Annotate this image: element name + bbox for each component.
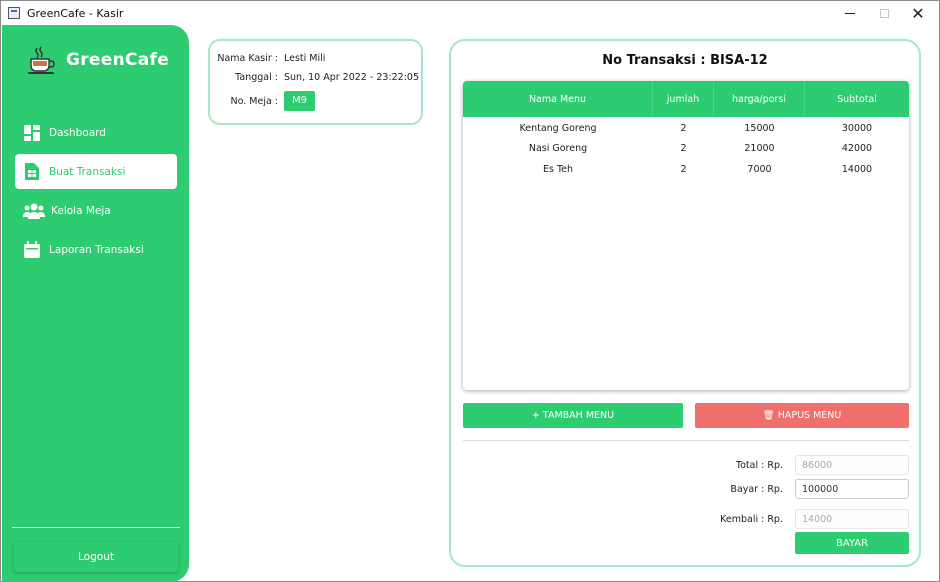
users-icon (23, 202, 45, 220)
total-row: Total : Rp. (693, 455, 909, 475)
column-header[interactable]: harga/porsi (714, 81, 805, 117)
column-header[interactable]: Subtotal (805, 81, 909, 117)
table-cell: 2 (680, 163, 687, 175)
table-cell: 30000 (841, 122, 873, 134)
maximize-icon (879, 8, 889, 18)
sidebar-item-kelola-meja[interactable]: Kelola Meja (15, 193, 177, 228)
app-icon (8, 7, 20, 19)
title-bar: GreenCafe - Kasir ✕ (1, 1, 939, 25)
transaction-title: No Transaksi : BISA-12 (602, 53, 768, 68)
window-title: GreenCafe - Kasir (27, 6, 124, 20)
dashboard-icon (23, 124, 41, 142)
table-cell: 2 (680, 143, 687, 155)
kembali-label: Kembali : Rp. (720, 513, 783, 525)
brand-name: GreenCafe (66, 50, 170, 70)
panel-divider (463, 440, 909, 441)
transaction-panel: No Transaksi : BISA-12 Nama Menu jumlah … (449, 39, 921, 567)
add-menu-button[interactable]: + TAMBAH MENU (463, 403, 683, 428)
column-header[interactable]: jumlah (653, 81, 714, 117)
table-cell: 7000 (747, 163, 772, 175)
total-field (795, 455, 909, 475)
bayar-label: Bayar : Rp. (730, 483, 783, 495)
kasir-label: Nama Kasir : (217, 53, 278, 64)
table-cell: Kentang Goreng (519, 122, 597, 134)
meja-label: No. Meja : (230, 95, 278, 107)
tanggal-label: Tanggal : (235, 72, 278, 83)
kasir-row: Nama Kasir : Lesti Mili (210, 53, 325, 64)
table-cell: Nasi Goreng (528, 143, 588, 155)
table-body: Kentang Goreng 2 15000 30000 Nasi Goreng… (463, 117, 909, 180)
table-cell: 42000 (841, 143, 873, 155)
table-row[interactable]: Es Teh 2 7000 14000 (463, 159, 909, 180)
sidebar-item-label: Kelola Meja (51, 204, 111, 217)
total-label: Total : Rp. (735, 459, 783, 471)
meja-row: No. Meja : M9 (210, 91, 315, 111)
table-cell: Es Teh (542, 163, 574, 175)
sidebar-item-label: Dashboard (49, 126, 106, 139)
sidebar-item-label: Laporan Transaksi (49, 243, 144, 256)
sidebar-divider (12, 527, 180, 528)
table-header: Nama Menu jumlah harga/porsi Subtotal (463, 81, 909, 117)
table-cell: 15000 (744, 122, 775, 134)
maximize-button[interactable] (867, 1, 901, 25)
bayar-row: Bayar : Rp. (693, 479, 909, 499)
bayar-field[interactable] (795, 479, 909, 499)
app-window: GreenCafe - Kasir ✕ GreenCafe Dashboard … (0, 0, 940, 582)
pay-button[interactable]: BAYAR (795, 532, 909, 554)
table-row[interactable]: Kentang Goreng 2 15000 30000 (463, 118, 909, 139)
cashier-info-card: Nama Kasir : Lesti Mili Tanggal : Sun, 1… (208, 39, 423, 125)
sidebar: GreenCafe Dashboard Buat Transaksi Kelol… (2, 25, 189, 582)
table-row[interactable]: Nasi Goreng 2 21000 42000 (463, 139, 909, 160)
sidebar-item-buat-transaksi[interactable]: Buat Transaksi (15, 154, 177, 189)
calendar-icon (23, 240, 41, 259)
sidebar-item-label: Buat Transaksi (49, 165, 126, 178)
minimize-button[interactable] (833, 1, 867, 25)
close-button[interactable]: ✕ (901, 1, 935, 25)
meja-button[interactable]: M9 (284, 91, 315, 111)
column-header[interactable]: Nama Menu (463, 81, 653, 117)
sidebar-item-laporan-transaksi[interactable]: Laporan Transaksi (15, 232, 177, 267)
minimize-icon (845, 12, 855, 14)
kembali-field (795, 509, 909, 529)
sidebar-item-dashboard[interactable]: Dashboard (15, 115, 177, 150)
table-cell: 21000 (744, 143, 775, 155)
receipt-icon (23, 163, 41, 181)
tanggal-value: Sun, 10 Apr 2022 - 23:22:05 (284, 72, 419, 83)
delete-menu-button[interactable]: 🗑 HAPUS MENU (695, 403, 909, 428)
order-table: Nama Menu jumlah harga/porsi Subtotal Ke… (463, 81, 909, 390)
logout-button[interactable]: Logout (14, 542, 178, 572)
kasir-value: Lesti Mili (284, 53, 326, 64)
table-cell: 14000 (841, 163, 873, 175)
coffee-cup-icon (26, 45, 56, 75)
kembali-row: Kembali : Rp. (693, 509, 909, 529)
table-cell: 2 (680, 122, 687, 134)
close-icon: ✕ (911, 3, 925, 23)
tanggal-row: Tanggal : Sun, 10 Apr 2022 - 23:22:05 (210, 72, 419, 83)
brand: GreenCafe (26, 45, 169, 75)
sidebar-nav: Dashboard Buat Transaksi Kelola Meja Lap… (15, 115, 177, 271)
